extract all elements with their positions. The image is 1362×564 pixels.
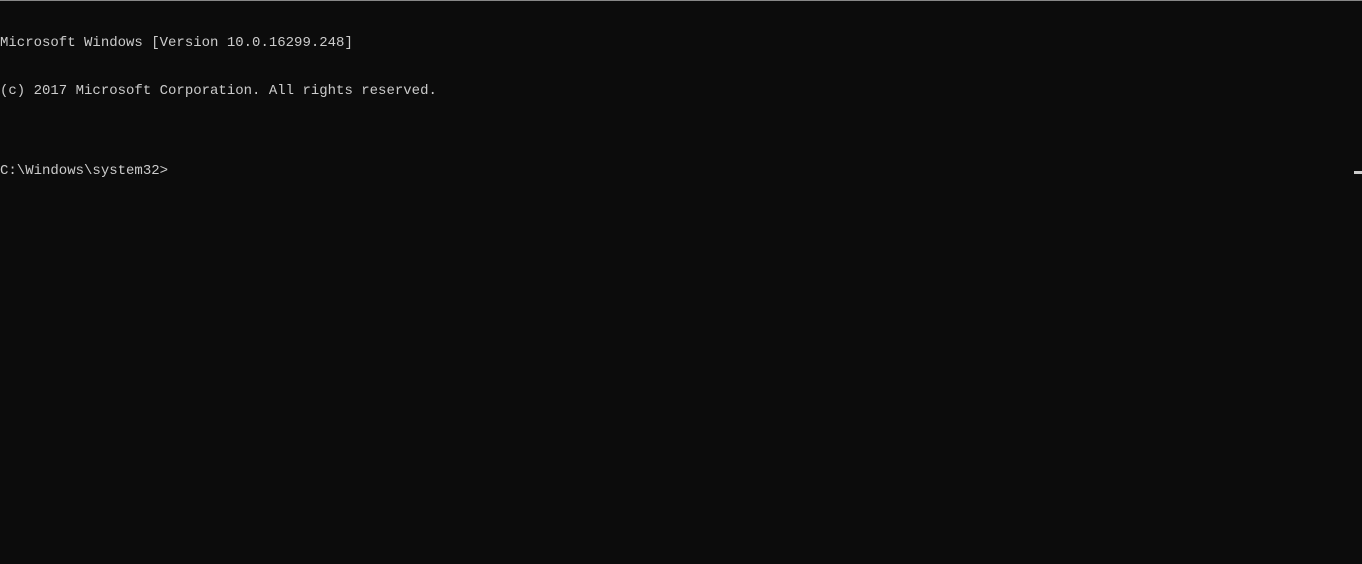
cursor-icon xyxy=(1354,171,1362,174)
prompt-line: C:\Windows\system32> xyxy=(0,163,1362,179)
version-line: Microsoft Windows [Version 10.0.16299.24… xyxy=(0,35,1362,51)
copyright-line: (c) 2017 Microsoft Corporation. All righ… xyxy=(0,83,1362,99)
prompt-text: C:\Windows\system32> xyxy=(0,163,168,179)
command-input[interactable] xyxy=(168,163,1354,179)
command-prompt-terminal[interactable]: Microsoft Windows [Version 10.0.16299.24… xyxy=(0,0,1362,564)
